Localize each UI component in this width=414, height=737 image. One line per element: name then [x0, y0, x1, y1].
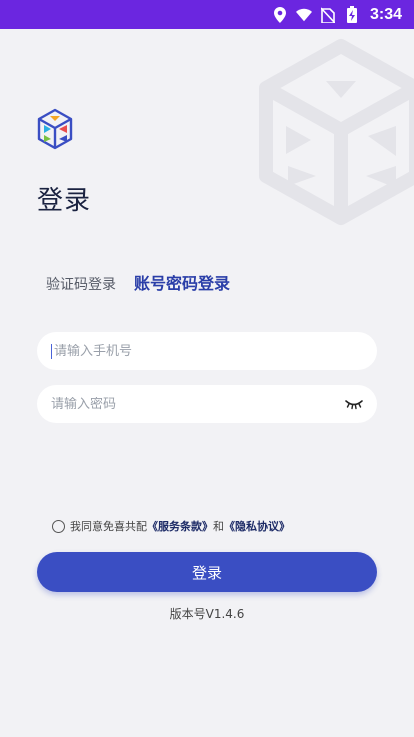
tab-password-login[interactable]: 账号密码登录: [134, 270, 230, 294]
eye-closed-icon[interactable]: [345, 398, 363, 410]
agreement-text: 我同意免喜共配: [70, 520, 147, 533]
location-icon: [272, 6, 288, 23]
no-sim-icon: [320, 6, 336, 23]
login-button[interactable]: 登录: [37, 552, 377, 592]
app-logo-icon: [37, 108, 73, 150]
login-screen: 3:34 登录 验证码登录 账号密码登录 请输入手机号 我同意免喜共配 《服务条…: [0, 0, 414, 737]
cube-watermark-icon: [259, 39, 414, 225]
login-mode-tabs: 验证码登录 账号密码登录: [46, 270, 230, 294]
page-title: 登录: [37, 186, 92, 216]
privacy-policy-link[interactable]: 《隐私协议》: [224, 518, 290, 534]
version-label: 版本号V1.4.6: [169, 607, 245, 621]
wifi-icon: [295, 7, 312, 23]
agreement-row: 我同意免喜共配 《服务条款》 和 《隐私协议》: [52, 518, 290, 534]
password-field[interactable]: [37, 385, 377, 423]
phone-input[interactable]: [51, 343, 363, 359]
tab-sms-login[interactable]: 验证码登录: [46, 274, 116, 294]
status-time: 3:34: [369, 5, 402, 23]
terms-of-service-link[interactable]: 《服务条款》: [147, 518, 213, 534]
agreement-conjunction: 和: [213, 520, 224, 533]
status-bar: 3:34: [0, 0, 414, 29]
password-input[interactable]: [51, 396, 345, 412]
agreement-checkbox[interactable]: [52, 519, 65, 533]
battery-charging-icon: [344, 6, 360, 23]
phone-field[interactable]: [37, 332, 377, 370]
